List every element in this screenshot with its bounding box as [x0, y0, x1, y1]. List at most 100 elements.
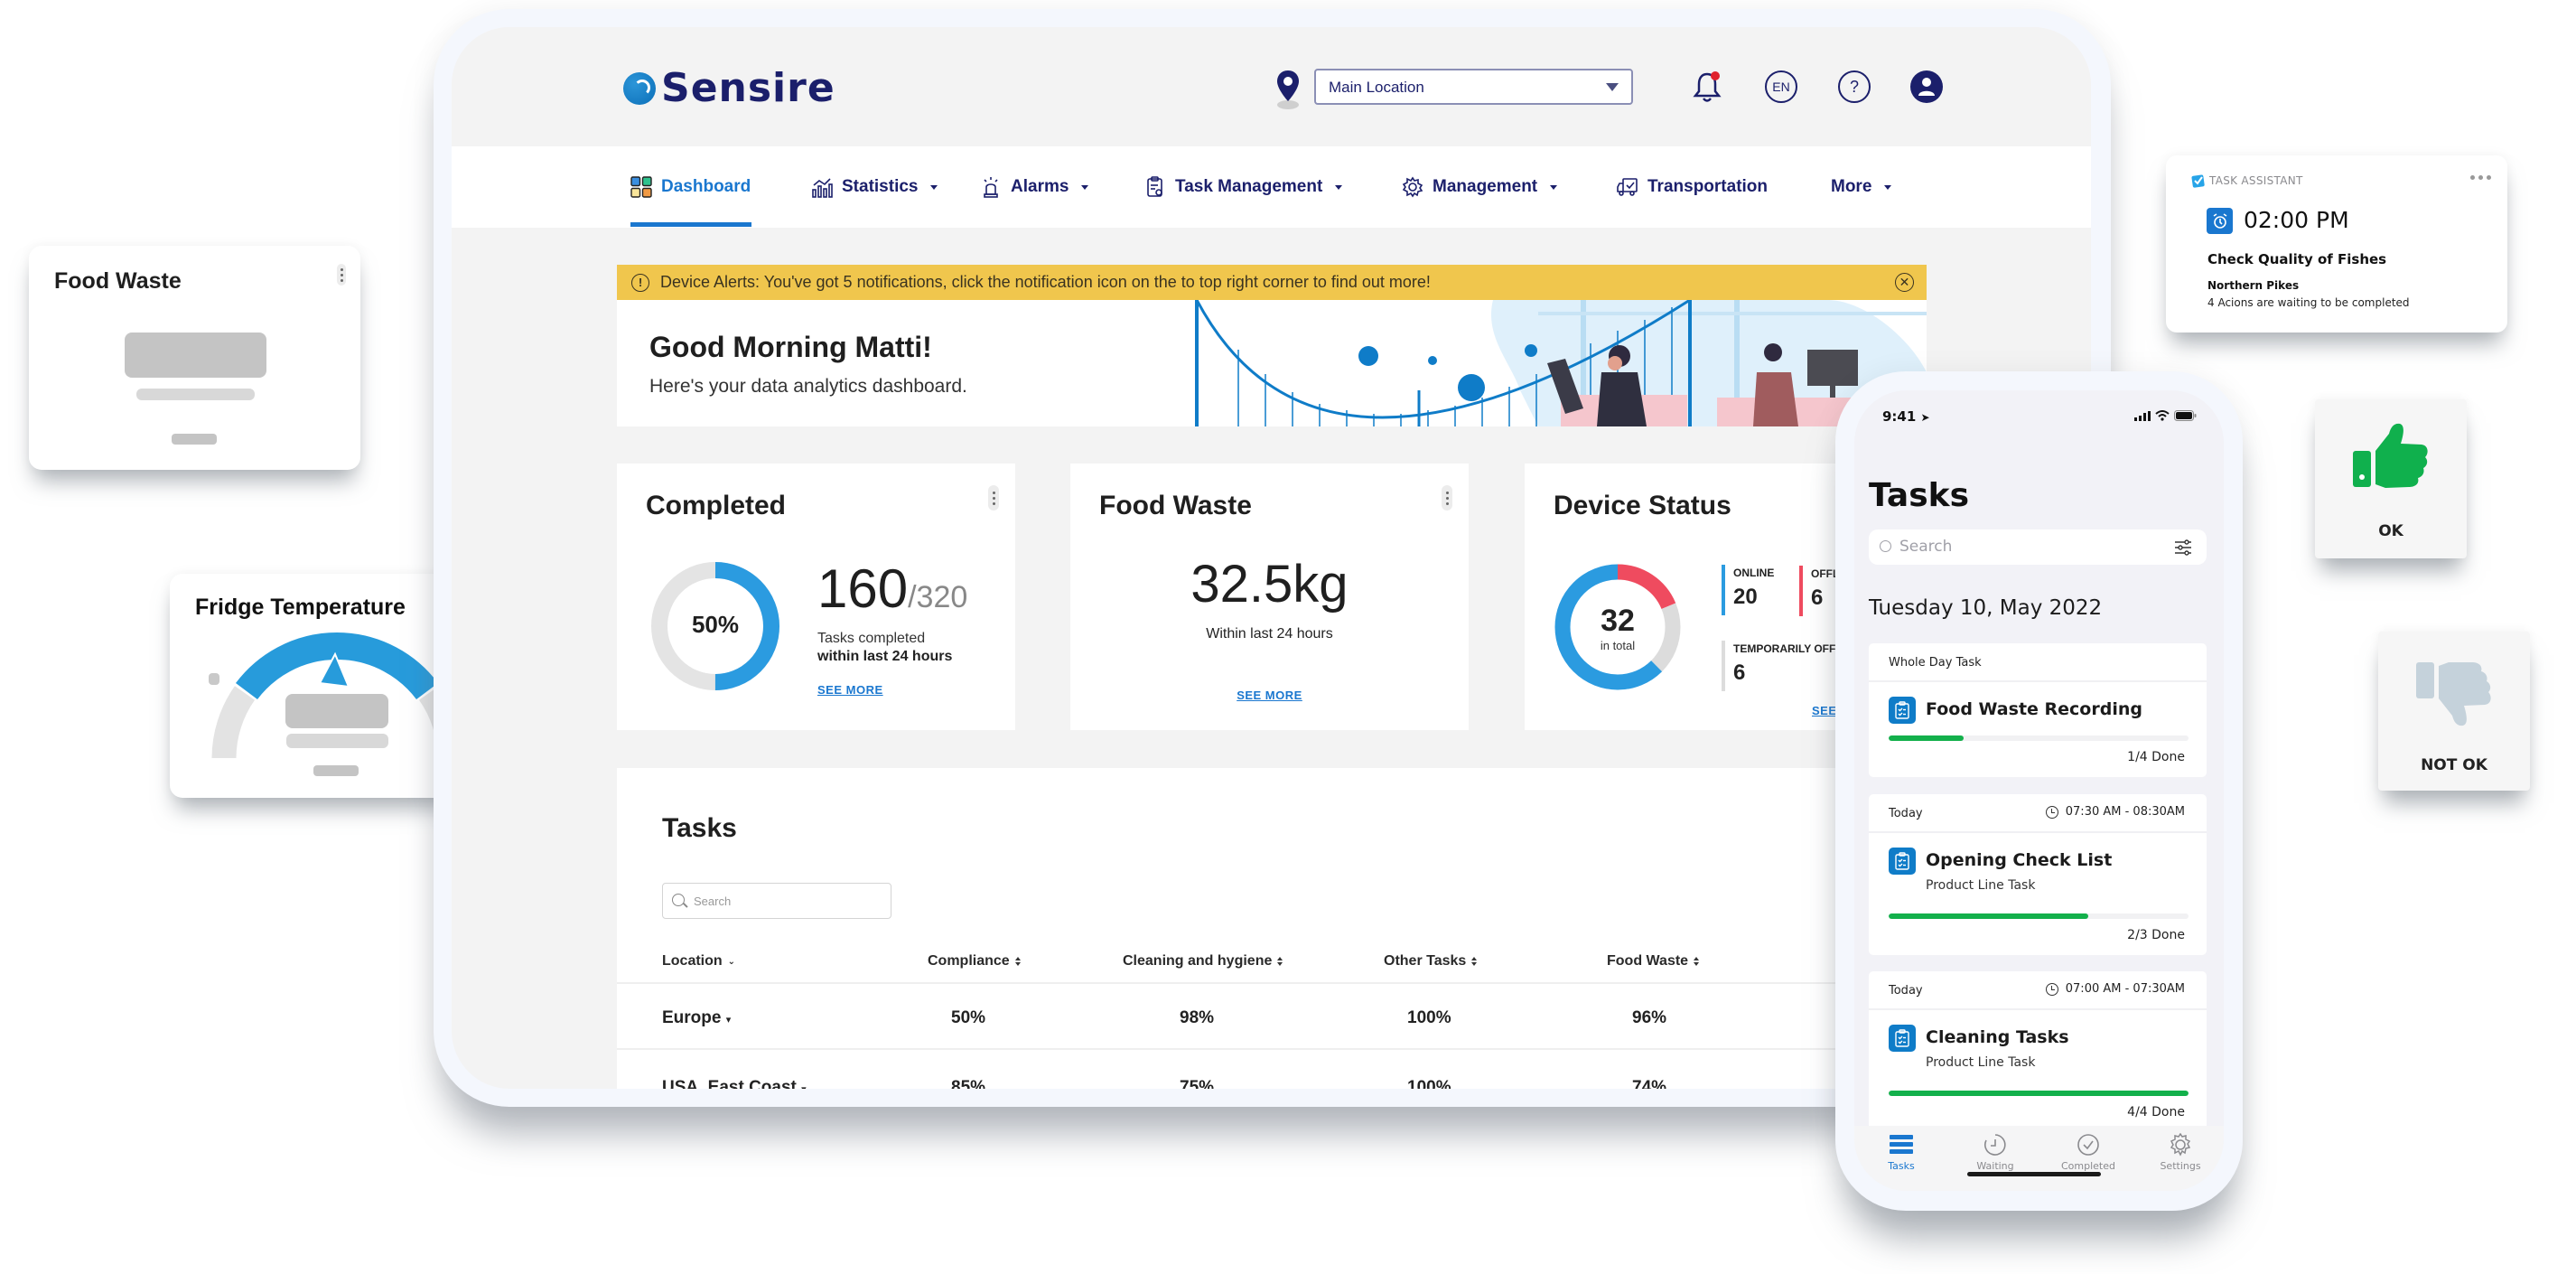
- signal-icon: [2134, 411, 2151, 421]
- help-icon: ?: [1838, 70, 1871, 103]
- nav-more-label: More: [1831, 177, 1872, 196]
- ok-label: OK: [2378, 522, 2403, 540]
- not-ok-label: NOT OK: [2421, 756, 2487, 774]
- task-progress-bar: [1889, 913, 2189, 919]
- column-cleaning-label: Cleaning and hygiene: [1123, 953, 1273, 969]
- caret-down-icon: [1884, 184, 1892, 190]
- tab-tasks[interactable]: Tasks: [1856, 1133, 1946, 1172]
- phone-search-input[interactable]: Search: [1869, 529, 2207, 565]
- dashboard-icon: [630, 176, 652, 198]
- greeting-subtitle: Here's your data analytics dashboard.: [649, 376, 967, 397]
- nav-task-management[interactable]: Task Management: [1144, 173, 1343, 201]
- column-location[interactable]: Location ⌄: [662, 953, 735, 970]
- task-card-header: Today 07:00 AM - 07:30AM: [1869, 971, 2207, 1010]
- phone-date: Tuesday 10, May 2022: [1869, 596, 2103, 620]
- chevron-down-icon: [1606, 83, 1619, 91]
- tab-completed-label: Completed: [2061, 1160, 2115, 1172]
- card-menu-button[interactable]: [1442, 485, 1452, 511]
- task-assistant-notification[interactable]: TASK ASSISTANT 02:00 PM Check Quality of…: [2166, 155, 2507, 333]
- column-cleaning[interactable]: Cleaning and hygiene: [1123, 953, 1283, 970]
- widget-menu-button[interactable]: [337, 264, 346, 286]
- row-divider: [617, 1048, 1927, 1050]
- tasks-search-input[interactable]: Search: [662, 883, 891, 919]
- task-subtitle: Product Line Task: [1926, 878, 2036, 893]
- nav-statistics[interactable]: Statistics: [811, 173, 938, 201]
- notifications-button[interactable]: [1689, 69, 1725, 105]
- clipboard-icon: [1889, 697, 1916, 724]
- task-assistant-time: 02:00 PM: [2244, 207, 2349, 233]
- clipboard-icon: [1889, 1025, 1916, 1052]
- close-icon[interactable]: ✕: [1895, 273, 1914, 292]
- completed-count: 160: [817, 558, 909, 619]
- nav-transportation[interactable]: Transportation: [1617, 173, 1768, 201]
- not-ok-button[interactable]: NOT OK: [2378, 632, 2530, 791]
- sort-icon: [1014, 957, 1021, 966]
- task-subtitle: Product Line Task: [1926, 1055, 2036, 1070]
- bell-icon: [1693, 71, 1722, 102]
- nav-alarms[interactable]: Alarms: [980, 173, 1089, 201]
- tab-settings-label: Settings: [2160, 1160, 2201, 1172]
- tasks-panel: Tasks Search Location ⌄ Compliance Clean…: [617, 768, 1927, 1089]
- column-other-tasks[interactable]: Other Tasks: [1384, 953, 1478, 970]
- row-location[interactable]: Europe ▾: [662, 1008, 731, 1028]
- tasks-search-placeholder: Search: [694, 895, 732, 908]
- home-indicator[interactable]: [1967, 1172, 2101, 1176]
- column-food-waste[interactable]: Food Waste: [1607, 953, 1700, 970]
- column-location-label: Location: [662, 953, 723, 969]
- location-select[interactable]: Main Location: [1314, 69, 1633, 105]
- nav-dashboard[interactable]: Dashboard: [630, 173, 751, 201]
- clock-icon: [2045, 805, 2058, 819]
- food-waste-widget-title: Food Waste: [54, 268, 182, 294]
- nav-dashboard-label: Dashboard: [661, 177, 751, 196]
- language-icon: EN: [1765, 70, 1797, 103]
- phone-task-card[interactable]: Whole Day Task Food Waste Recording 1/4 Do…: [1869, 643, 2207, 777]
- nav-alarms-label: Alarms: [1011, 177, 1069, 196]
- top-header: Sensire Main Location EN ?: [452, 27, 2091, 146]
- food-waste-card-title: Food Waste: [1099, 491, 1252, 520]
- completed-see-more-link[interactable]: SEE MORE: [817, 683, 883, 697]
- phone-tab-bar: Tasks Waiting Completed Settings: [1854, 1126, 2224, 1191]
- row-food-waste: 74%: [1632, 1078, 1667, 1089]
- nav-more[interactable]: More: [1831, 173, 1892, 201]
- row-cleaning: 75%: [1180, 1078, 1215, 1089]
- help-button[interactable]: ?: [1836, 69, 1872, 105]
- column-compliance[interactable]: Compliance: [928, 953, 1021, 970]
- phone-task-card[interactable]: Today 07:00 AM - 07:30AM Cleaning Tasks Pro…: [1869, 971, 2207, 1132]
- task-assistant-detail: 4 Acions are waiting to be completed: [2207, 296, 2410, 309]
- task-when: Whole Day Task: [1889, 656, 1982, 670]
- task-card-header: Today 07:30 AM - 08:30AM: [1869, 794, 2207, 833]
- completed-desc-1: Tasks completed: [817, 631, 926, 646]
- tab-settings[interactable]: Settings: [2135, 1133, 2224, 1172]
- task-done-count: 1/4 Done: [2127, 750, 2185, 764]
- sort-icon: [1471, 957, 1478, 966]
- caret-down-icon: [1081, 184, 1089, 190]
- language-code: EN: [1772, 80, 1790, 94]
- legend-online-value: 20: [1733, 585, 1758, 609]
- nav-management[interactable]: Management: [1402, 173, 1558, 201]
- task-time-text: 07:00 AM - 07:30AM: [2065, 982, 2185, 996]
- office-illustration: [1195, 300, 1927, 426]
- placeholder-value: [125, 333, 266, 378]
- placeholder-caption: [136, 389, 255, 400]
- location-select-value: Main Location: [1329, 79, 1424, 96]
- nav-transportation-label: Transportation: [1647, 177, 1769, 196]
- food-waste-see-more-link[interactable]: SEE MORE: [1237, 689, 1302, 702]
- task-when: Today: [1889, 807, 1923, 820]
- language-button[interactable]: EN: [1763, 69, 1799, 105]
- ok-button[interactable]: OK: [2315, 399, 2467, 558]
- nav-task-management-label: Task Management: [1175, 177, 1323, 196]
- sort-icon: [1694, 957, 1700, 966]
- task-progress-bar: [1889, 1091, 2189, 1096]
- tab-completed[interactable]: Completed: [2043, 1133, 2133, 1172]
- card-menu-button[interactable]: [988, 485, 999, 511]
- phone-task-card[interactable]: Today 07:30 AM - 08:30AM Opening Check Lis…: [1869, 794, 2207, 955]
- user-menu-button[interactable]: [1909, 69, 1945, 105]
- task-progress-fill: [1889, 735, 1964, 741]
- tab-waiting[interactable]: Waiting: [1950, 1133, 2040, 1172]
- task-progress-bar: [1889, 735, 2189, 741]
- sensire-logo[interactable]: Sensire: [623, 69, 835, 108]
- row-location[interactable]: USA, East Coast ▾: [662, 1078, 807, 1089]
- check-circle-icon: [2076, 1133, 2101, 1157]
- more-options-icon[interactable]: [2470, 175, 2491, 180]
- filter-icon[interactable]: [2174, 539, 2192, 557]
